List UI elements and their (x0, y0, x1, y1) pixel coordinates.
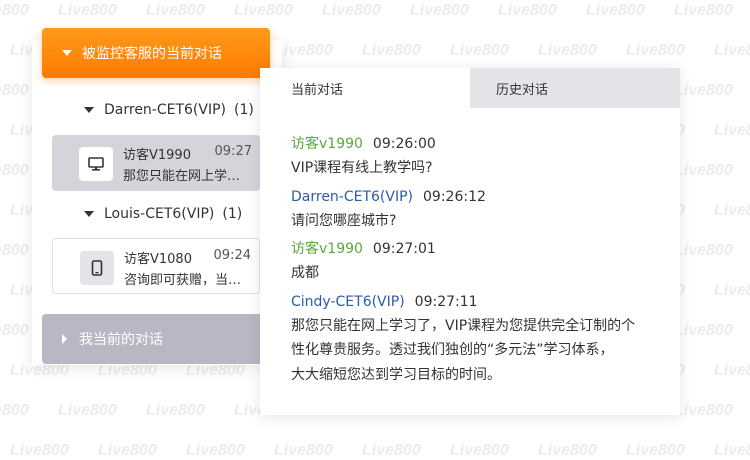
message-time: 09:27:01 (372, 241, 436, 257)
conversation-item-v1080[interactable]: 访客V1080 09:24 咨询即可获赠，当天报名 (52, 238, 260, 294)
watermark-text: Live800 (674, 242, 733, 259)
chat-message: 访客v1990 09:26:00 VIP课程有线上教学吗? (291, 132, 661, 181)
desktop-icon (79, 147, 113, 181)
conversation-item-v1990[interactable]: 访客V1990 09:27 那您只能在网上学习了，VIP课程为您提供 (52, 135, 260, 191)
watermark-text: Live800 (146, 2, 205, 19)
monitored-conversations-header[interactable]: 被监控客服的当前对话 (42, 28, 270, 78)
watermark-text: Live800 (626, 442, 685, 459)
watermark-text: Live800 (0, 322, 29, 339)
conversation-visitor-name: 访客V1080 (124, 252, 192, 267)
watermark-text: Live800 (674, 162, 733, 179)
watermark-text: Live800 (674, 322, 733, 339)
message-text-line: 大大缩短您达到学习目标的时间。 (291, 366, 501, 383)
caret-down-icon (62, 50, 72, 56)
chat-panel: 当前对话 历史对话 访客v1990 09:26:00 VIP课程有线上教学吗? D… (260, 68, 680, 415)
tab-current-conversation[interactable]: 当前对话 (260, 68, 470, 108)
message-sender: Darren-CET6(VIP) (291, 188, 414, 205)
chat-message: 访客v1990 09:27:01 成都 (291, 237, 661, 286)
watermark-text: Live800 (98, 442, 157, 459)
conversation-visitor-name: 访客V1990 (123, 148, 191, 163)
watermark-text: Live800 (0, 162, 29, 179)
watermark-text: Live800 (674, 402, 733, 419)
agent-group-darren[interactable]: Darren-CET6(VIP) (1) (84, 102, 254, 118)
agent-group-count: (1) (222, 206, 243, 222)
watermark-text: Live800 (0, 2, 29, 19)
watermark-text: Live800 (714, 202, 750, 219)
message-text: VIP课程有线上教学吗? (291, 160, 433, 176)
tab-history-conversation[interactable]: 历史对话 (470, 68, 680, 108)
watermark-text: Live800 (0, 82, 29, 99)
message-text: 成都 (291, 265, 319, 281)
watermark-text: Live800 (186, 442, 245, 459)
watermark-text: Live800 (234, 2, 293, 19)
watermark-text: Live800 (0, 402, 29, 419)
agent-group-name: Darren-CET6(VIP) (104, 102, 227, 118)
watermark-text: Live800 (58, 402, 117, 419)
watermark-text: Live800 (146, 402, 205, 419)
watermark-text: Live800 (538, 442, 597, 459)
watermark-text: Live800 (10, 442, 69, 459)
watermark-text: Live800 (714, 442, 750, 459)
watermark-text: Live800 (586, 2, 645, 19)
watermark-text: Live800 (274, 42, 333, 59)
message-time: 09:27:11 (414, 293, 478, 310)
watermark-text: Live800 (714, 282, 750, 299)
conversation-preview: 那您只能在网上学习了，VIP课程为您提供 (123, 169, 249, 184)
message-time: 09:26:12 (423, 188, 486, 205)
watermark-text: Live800 (714, 122, 750, 139)
message-sender: Cindy-CET6(VIP) (291, 293, 405, 310)
watermark-text: Live800 (538, 42, 597, 59)
mobile-icon (80, 251, 114, 285)
message-sender: 访客v1990 (291, 241, 363, 257)
message-list: 访客v1990 09:26:00 VIP课程有线上教学吗? Darren-CET6… (291, 132, 661, 391)
watermark-text: Live800 (626, 42, 685, 59)
tab-label: 当前对话 (291, 82, 344, 98)
caret-right-icon (62, 334, 67, 344)
watermark-text: Live800 (274, 442, 333, 459)
watermark-text: Live800 (0, 242, 29, 259)
conversation-time: 09:27 (214, 144, 252, 159)
watermark-text: Live800 (450, 442, 509, 459)
watermark-text: Live800 (714, 42, 750, 59)
chat-message: Darren-CET6(VIP) 09:26:12 请问您哪座城市? (291, 185, 661, 234)
message-time: 09:26:00 (372, 136, 436, 152)
caret-down-icon (84, 107, 94, 113)
conversation-preview: 咨询即可获赠，当天报名 (124, 273, 250, 288)
watermark-text: Live800 (322, 2, 381, 19)
watermark-text: Live800 (674, 2, 733, 19)
agent-group-count: (1) (234, 102, 254, 118)
message-text-line: 性化尊贵服务。透过我们独创的“多元法”学习体系， (291, 342, 614, 358)
watermark-text: Live800 (58, 2, 117, 19)
caret-down-icon (84, 211, 94, 217)
message-text: 请问您哪座城市? (291, 212, 397, 229)
agent-group-louis[interactable]: Louis-CET6(VIP) (1) (84, 206, 242, 222)
my-conversations-label: 我当前的对话 (79, 332, 163, 348)
monitored-conversations-label: 被监控客服的当前对话 (82, 46, 222, 62)
message-text-line: 那您只能在网上学习了，VIP课程为您提供完全订制的个 (291, 317, 636, 334)
watermark-text: Live800 (362, 442, 421, 459)
watermark-text: Live800 (410, 2, 469, 19)
conversation-time: 09:24 (213, 248, 251, 263)
tab-label: 历史对话 (496, 82, 549, 98)
agent-group-name: Louis-CET6(VIP) (104, 206, 215, 222)
watermark-text: Live800 (362, 42, 421, 59)
watermark-text: Live800 (674, 82, 733, 99)
message-sender: 访客v1990 (291, 136, 363, 152)
watermark-text: Live800 (450, 42, 509, 59)
watermark-text: Live800 (714, 362, 750, 379)
watermark-text: Live800 (498, 2, 557, 19)
chat-message: Cindy-CET6(VIP) 09:27:11 那您只能在网上学习了，VIP课程… (291, 290, 661, 388)
my-conversations-header[interactable]: 我当前的对话 (42, 314, 270, 364)
